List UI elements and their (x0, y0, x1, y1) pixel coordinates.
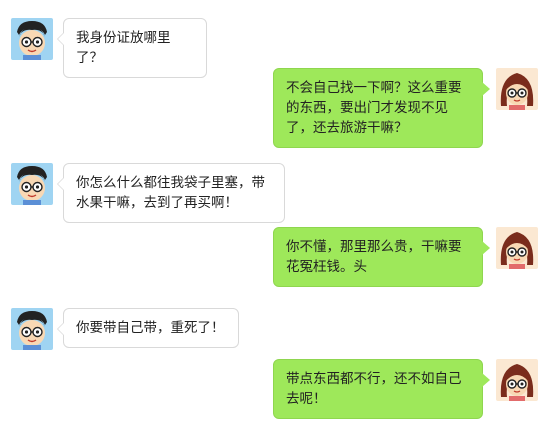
boy-avatar-icon[interactable] (11, 308, 53, 350)
message-row-incoming: 我身份证放哪里了？ (11, 18, 207, 78)
message-bubble: 你要带自己带，重死了！ (57, 308, 239, 348)
message-row-incoming: 你要带自己带，重死了！ (11, 308, 239, 350)
message-row-outgoing: 不会自己找一下啊？这么重要的东西，要出门才发现不见了，还去旅游干嘛？ (273, 68, 538, 148)
boy-avatar-icon[interactable] (11, 163, 53, 205)
message-bubble: 你不懂，那里那么贵，干嘛要花冤枉钱。头 (273, 227, 490, 287)
girl-avatar-icon[interactable] (496, 68, 538, 110)
message-row-outgoing: 你不懂，那里那么贵，干嘛要花冤枉钱。头 (273, 227, 538, 287)
message-row-outgoing: 带点东西都不行，还不如自己去呢！ (273, 359, 538, 419)
girl-avatar-icon[interactable] (496, 227, 538, 269)
message-row-incoming: 你怎么什么都往我袋子里塞，带水果干嘛，去到了再买啊！ (11, 163, 285, 223)
message-bubble: 带点东西都不行，还不如自己去呢！ (273, 359, 490, 419)
message-bubble: 你怎么什么都往我袋子里塞，带水果干嘛，去到了再买啊！ (57, 163, 285, 223)
message-bubble: 我身份证放哪里了？ (57, 18, 207, 78)
message-bubble: 不会自己找一下啊？这么重要的东西，要出门才发现不见了，还去旅游干嘛？ (273, 68, 490, 148)
chat-conversation: 我身份证放哪里了？ 不会自己找一下啊？这么重要的东西，要出门才发现不见了，还去旅… (0, 0, 556, 435)
girl-avatar-icon[interactable] (496, 359, 538, 401)
boy-avatar-icon[interactable] (11, 18, 53, 60)
